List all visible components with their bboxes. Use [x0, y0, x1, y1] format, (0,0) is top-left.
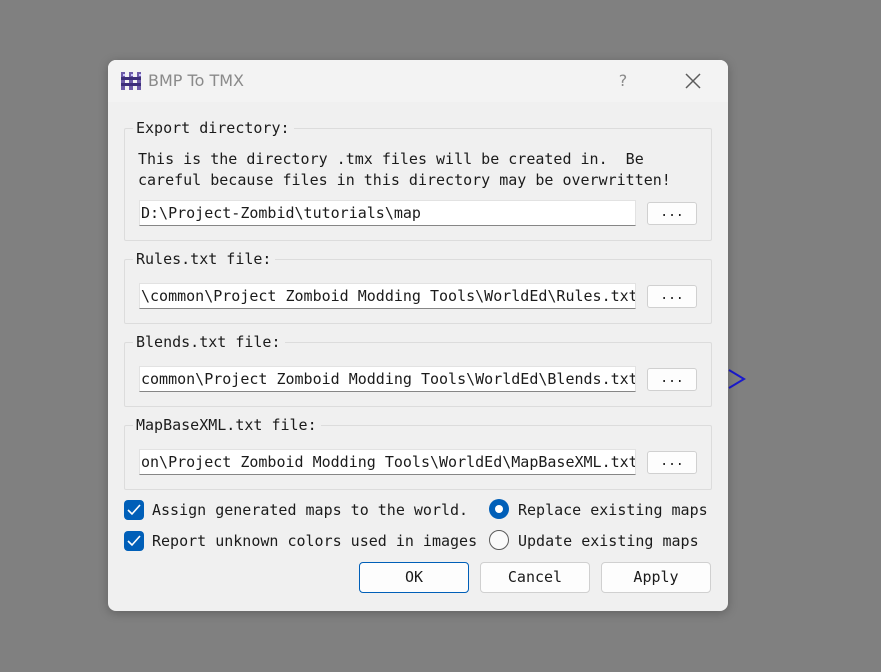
title-bar: BMP To TMX ?: [108, 60, 728, 102]
rules-file-label: Rules.txt file:: [133, 249, 276, 269]
replace-maps-option[interactable]: Replace existing maps: [489, 499, 714, 521]
apply-button[interactable]: Apply: [601, 562, 711, 593]
export-directory-browse-button[interactable]: ...: [647, 202, 697, 225]
replace-maps-radio[interactable]: [489, 499, 509, 519]
close-button[interactable]: [678, 66, 708, 96]
update-maps-label: Update existing maps: [518, 532, 699, 550]
bmp-to-tmx-dialog: BMP To TMX ? Export directory: This is t…: [108, 60, 728, 611]
blends-file-label: Blends.txt file:: [133, 332, 285, 352]
report-colors-label: Report unknown colors used in images: [152, 532, 478, 550]
ok-button[interactable]: OK: [359, 562, 469, 593]
rules-file-input[interactable]: \common\Project Zomboid Modding Tools\Wo…: [139, 283, 636, 309]
blends-file-group: Blends.txt file: common\Project Zomboid …: [124, 332, 712, 407]
close-icon: [685, 73, 701, 89]
export-directory-description: This is the directory .tmx files will be…: [138, 150, 671, 189]
export-directory-group: Export directory: This is the directory …: [124, 118, 712, 241]
mapbase-file-browse-button[interactable]: ...: [647, 451, 697, 474]
cancel-button[interactable]: Cancel: [480, 562, 590, 593]
rules-file-browse-button[interactable]: ...: [647, 285, 697, 308]
rules-file-group: Rules.txt file: \common\Project Zomboid …: [124, 249, 712, 324]
update-maps-radio[interactable]: [489, 530, 509, 550]
checkmark-icon: [127, 535, 141, 547]
assign-maps-option[interactable]: Assign generated maps to the world.: [124, 499, 474, 521]
export-directory-label: Export directory:: [133, 118, 294, 138]
mapbase-file-input[interactable]: on\Project Zomboid Modding Tools\WorldEd…: [139, 449, 636, 475]
app-logo-icon: [121, 72, 141, 90]
blends-file-input[interactable]: common\Project Zomboid Modding Tools\Wor…: [139, 366, 636, 392]
export-directory-input[interactable]: D:\Project-Zombid\tutorials\map: [139, 200, 636, 226]
mapbase-file-label: MapBaseXML.txt file:: [133, 415, 321, 435]
assign-maps-label: Assign generated maps to the world.: [152, 501, 469, 519]
mapbase-file-group: MapBaseXML.txt file: on\Project Zomboid …: [124, 415, 712, 490]
chevron-right-icon: [728, 369, 746, 389]
blends-file-browse-button[interactable]: ...: [647, 368, 697, 391]
help-button[interactable]: ?: [608, 66, 638, 96]
report-colors-checkbox[interactable]: [124, 531, 144, 551]
report-colors-option[interactable]: Report unknown colors used in images: [124, 530, 479, 552]
checkmark-icon: [127, 504, 141, 516]
replace-maps-label: Replace existing maps: [518, 501, 708, 519]
update-maps-option[interactable]: Update existing maps: [489, 530, 714, 552]
assign-maps-checkbox[interactable]: [124, 500, 144, 520]
window-title: BMP To TMX: [148, 71, 244, 90]
